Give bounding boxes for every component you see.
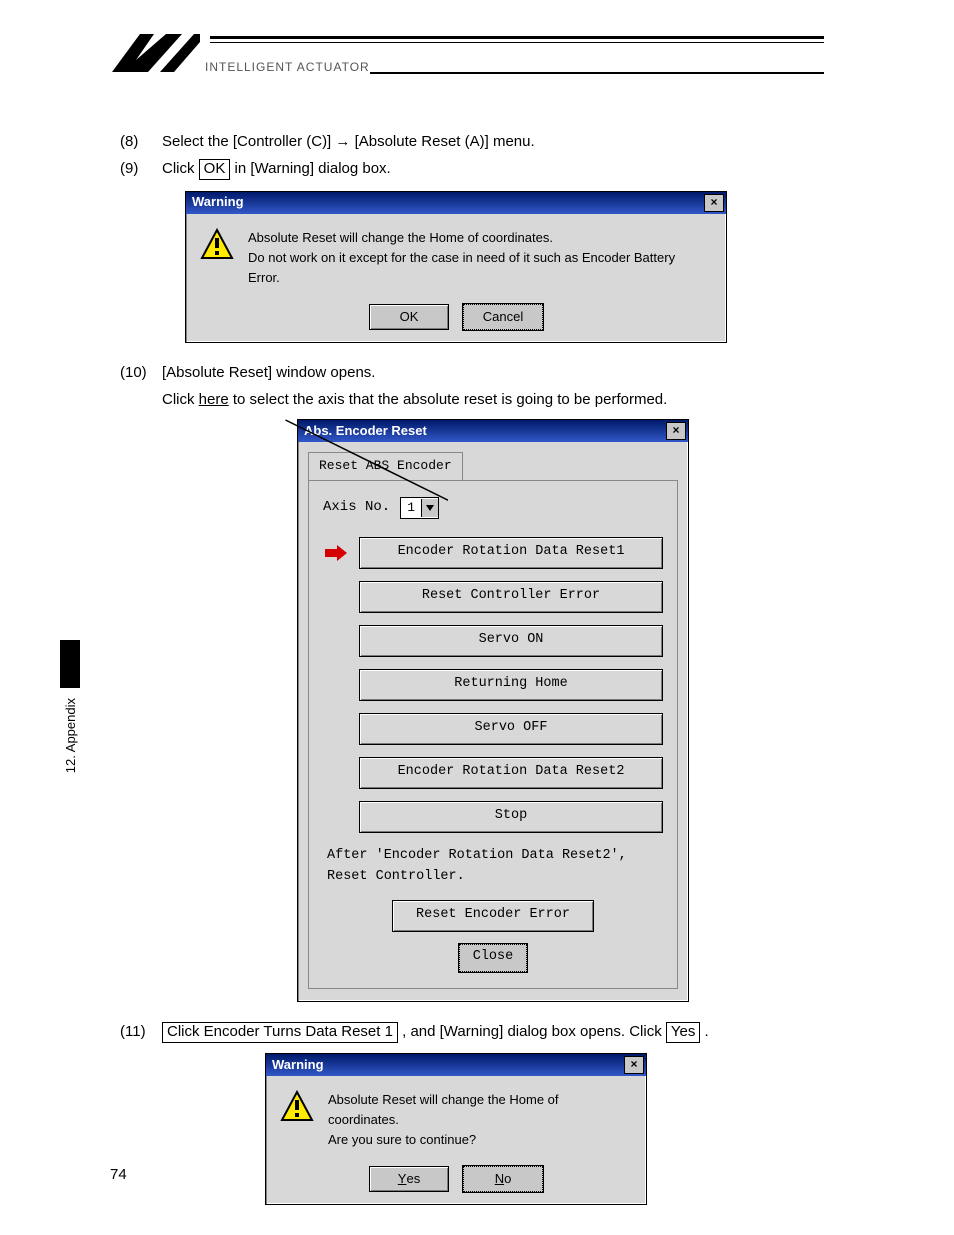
warning-dialog-2-body: Absolute Reset will change the Home of c… [266, 1076, 646, 1164]
warning-dialog-2-line2: Are you sure to continue? [328, 1130, 628, 1150]
step-9-ok-box: OK [199, 159, 231, 180]
warning-dialog-2-line1: Absolute Reset will change the Home of c… [328, 1090, 628, 1130]
encoder-dialog-title: Abs. Encoder Reset [304, 421, 427, 441]
warning-icon [280, 1090, 314, 1130]
warning-dialog-1: Warning × Absolute Reset will change the… [185, 191, 727, 343]
warning-dialog-2-titlebar: Warning × [266, 1054, 646, 1076]
step-8-post: [Absolute Reset (A)] menu. [355, 133, 535, 150]
ok-button[interactable]: OK [369, 304, 449, 330]
warning-dialog-1-message: Absolute Reset will change the Home of c… [248, 228, 708, 288]
warning-dialog-1-title: Warning [192, 192, 244, 212]
document-body: (8) Select the [Controller (C)] → [Absol… [120, 130, 844, 1223]
encoder-rotation-data-reset2-button[interactable]: Encoder Rotation Data Reset2 [359, 757, 663, 789]
encoder-row-6: Encoder Rotation Data Reset2 [323, 757, 663, 789]
close-icon[interactable]: × [704, 194, 724, 212]
encoder-close-wrap: Close [323, 944, 663, 972]
axis-label: Axis No. [323, 497, 390, 519]
no-button[interactable]: No [463, 1166, 543, 1192]
axis-select[interactable]: 1 [400, 497, 439, 519]
close-button[interactable]: Close [459, 944, 527, 972]
brand-text: INTELLIGENT ACTUATOR [205, 60, 370, 74]
encoder-row-1: Encoder Rotation Data Reset1 [323, 537, 663, 569]
close-icon[interactable]: × [624, 1056, 644, 1074]
warning-dialog-2-message: Absolute Reset will change the Home of c… [328, 1090, 628, 1150]
brand-logo [110, 28, 200, 78]
yes-button[interactable]: Yes [369, 1166, 449, 1192]
warning-dialog-1-line2: Do not work on it except for the case in… [248, 248, 708, 288]
header-rule-top [210, 36, 824, 43]
step-11-box2: Yes [666, 1022, 700, 1043]
encoder-row-3: Servo ON [323, 625, 663, 657]
cancel-button[interactable]: Cancel [463, 304, 543, 330]
reset-controller-error-button[interactable]: Reset Controller Error [359, 581, 663, 613]
step-11-num: (11) [120, 1020, 152, 1043]
page-number: 74 [110, 1166, 127, 1183]
step-8: (8) Select the [Controller (C)] → [Absol… [120, 130, 844, 153]
step-10-text: [Absolute Reset] window opens. [162, 361, 375, 384]
close-icon[interactable]: × [666, 422, 686, 440]
encoder-tab-container: Reset ABS Encoder Axis No. 1 [298, 442, 688, 1000]
encoder-row-2: Reset Controller Error [323, 581, 663, 613]
encoder-dialog-titlebar: Abs. Encoder Reset × [298, 420, 688, 442]
tab-reset-abs-encoder[interactable]: Reset ABS Encoder [308, 452, 463, 479]
warning-icon [200, 228, 234, 268]
step-9-num: (9) [120, 157, 152, 180]
step-9-text: Click OK in [Warning] dialog box. [162, 157, 391, 180]
servo-off-button[interactable]: Servo OFF [359, 713, 663, 745]
warning-dialog-2-title: Warning [272, 1055, 324, 1075]
step-9-pre: Click [162, 160, 199, 177]
warning-dialog-2: Warning × Absolute Reset will change the… [265, 1053, 647, 1205]
side-tab: 12. Appendix [60, 640, 80, 773]
step-10-sub: Click here to select the axis that the a… [162, 388, 844, 1002]
warning-dialog-1-body: Absolute Reset will change the Home of c… [186, 214, 726, 302]
encoder-note: After 'Encoder Rotation Data Reset2', Re… [327, 845, 663, 888]
step-10-sub-pre: Click [162, 391, 199, 408]
stop-button[interactable]: Stop [359, 801, 663, 833]
encoder-row-5: Servo OFF [323, 713, 663, 745]
returning-home-button[interactable]: Returning Home [359, 669, 663, 701]
step-10-sub-post: to select the axis that the absolute res… [229, 391, 668, 408]
warning-dialog-2-buttons: Yes No [266, 1164, 646, 1204]
servo-on-button[interactable]: Servo ON [359, 625, 663, 657]
reset-encoder-error-button[interactable]: Reset Encoder Error [392, 900, 594, 932]
encoder-row-4: Returning Home [323, 669, 663, 701]
step-11-box1: Click Encoder Turns Data Reset 1 [162, 1022, 398, 1043]
encoder-note-line2: Reset Controller. [327, 866, 663, 888]
step-8-pre: Select the [Controller (C)] [162, 133, 335, 150]
warning-dialog-1-titlebar: Warning × [186, 192, 726, 214]
side-tab-marker [60, 640, 80, 688]
warning-dialog-1-buttons: OK Cancel [186, 302, 726, 342]
step-11-text: Click Encoder Turns Data Reset 1 , and [… [162, 1020, 709, 1043]
step-8-num: (8) [120, 130, 152, 153]
step-10: (10) [Absolute Reset] window opens. [120, 361, 844, 384]
encoder-note-line1: After 'Encoder Rotation Data Reset2', [327, 845, 663, 867]
step-11: (11) Click Encoder Turns Data Reset 1 , … [120, 1020, 844, 1043]
step-10-num: (10) [120, 361, 152, 384]
encoder-rotation-data-reset1-button[interactable]: Encoder Rotation Data Reset1 [359, 537, 663, 569]
step-9-post: in [Warning] dialog box. [235, 160, 391, 177]
arrow-right-icon: → [335, 133, 350, 150]
axis-value: 1 [401, 498, 421, 518]
step-10-here-link: here [199, 391, 229, 408]
abs-encoder-reset-dialog: Abs. Encoder Reset × Reset ABS Encoder A… [297, 419, 689, 1001]
step-9: (9) Click OK in [Warning] dialog box. [120, 157, 844, 180]
step-11-mid: , and [Warning] dialog box opens. Click [402, 1023, 666, 1040]
side-tab-label: 12. Appendix [63, 698, 78, 773]
axis-row: Axis No. 1 [323, 497, 663, 519]
encoder-row-7: Stop [323, 801, 663, 833]
warning-dialog-1-line1: Absolute Reset will change the Home of c… [248, 228, 708, 248]
encoder-tab-panel: Axis No. 1 [308, 480, 678, 989]
chevron-down-icon[interactable] [421, 499, 438, 517]
step-11-end: . [705, 1023, 709, 1040]
step-8-text: Select the [Controller (C)] → [Absolute … [162, 130, 535, 153]
header-rule-bottom [370, 72, 824, 74]
pointer-arrow-icon [323, 545, 349, 561]
encoder-row-8: Reset Encoder Error [323, 900, 663, 932]
